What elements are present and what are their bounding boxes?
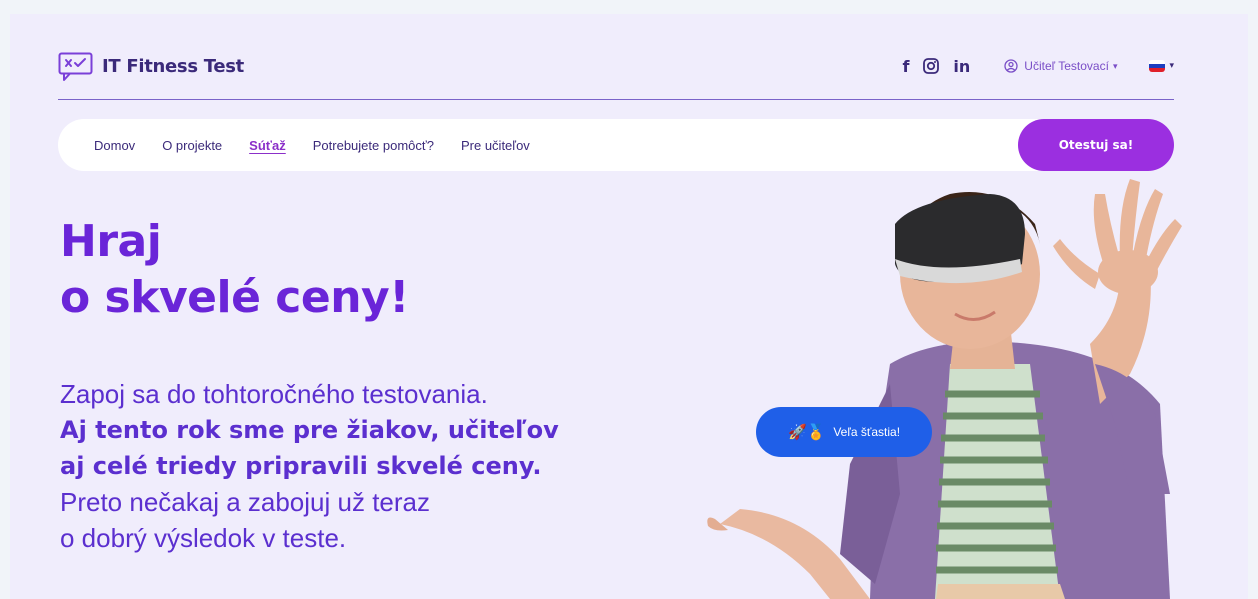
header-divider xyxy=(58,99,1174,100)
rocket-medal-icon: 🚀🏅 xyxy=(787,424,826,441)
hero-text-line-1: Zapoj sa do tohtoročného testovania. xyxy=(60,379,488,409)
nav-item-help[interactable]: Potrebujete pomôcť? xyxy=(313,138,434,153)
user-name: Učiteľ Testovací xyxy=(1024,59,1109,73)
chevron-down-icon: ▾ xyxy=(1169,61,1174,71)
hero-text-line-5: o dobrý výsledok v teste. xyxy=(60,523,347,553)
good-luck-badge[interactable]: 🚀🏅 Veľa šťastia! xyxy=(756,407,932,457)
top-bar: IT Fitness Test f in Učiteľ Testovací ▾ … xyxy=(58,48,1174,88)
nav-item-home[interactable]: Domov xyxy=(94,138,135,153)
nav-item-about[interactable]: O projekte xyxy=(162,138,222,153)
user-menu[interactable]: Učiteľ Testovací ▾ xyxy=(1004,59,1117,73)
user-icon xyxy=(1004,59,1018,73)
facebook-icon[interactable]: f xyxy=(902,57,909,76)
brand-logo[interactable]: IT Fitness Test xyxy=(58,48,244,84)
top-right-controls: f in Učiteľ Testovací ▾ ▾ xyxy=(902,52,1174,80)
slovak-flag-icon xyxy=(1149,60,1166,72)
nav-item-teachers[interactable]: Pre učiteľov xyxy=(461,138,530,153)
language-selector[interactable]: ▾ xyxy=(1149,60,1174,72)
nav-item-competition[interactable]: Súťaž xyxy=(249,138,286,153)
instagram-icon[interactable] xyxy=(923,58,940,74)
logo-icon xyxy=(58,52,94,81)
chevron-down-icon: ▾ xyxy=(1112,60,1118,71)
brand-name: IT Fitness Test xyxy=(102,55,244,77)
hero-title-line-2: o skvelé ceny! xyxy=(60,272,409,323)
hero-text-strong-1: Aj tento rok sme pre žiakov, učiteľov xyxy=(60,416,559,444)
hero-text-line-4: Preto nečakaj a zabojuj už teraz xyxy=(60,487,430,517)
hero-title: Hraj o skvelé ceny! xyxy=(60,214,409,326)
badge-label: Veľa šťastia! xyxy=(833,425,901,439)
hero-title-line-1: Hraj xyxy=(60,216,162,267)
page: IT Fitness Test f in Učiteľ Testovací ▾ … xyxy=(10,14,1248,599)
hero-description: Zapoj sa do tohtoročného testovania. Aj … xyxy=(60,376,660,556)
nav-items: Domov O projekte Súťaž Potrebujete pomôc… xyxy=(94,119,557,171)
hero-text-strong-2: aj celé triedy pripravili skvelé ceny. xyxy=(60,452,542,480)
linkedin-icon[interactable]: in xyxy=(953,57,970,76)
hero-illustration-vr-child xyxy=(707,179,1182,599)
